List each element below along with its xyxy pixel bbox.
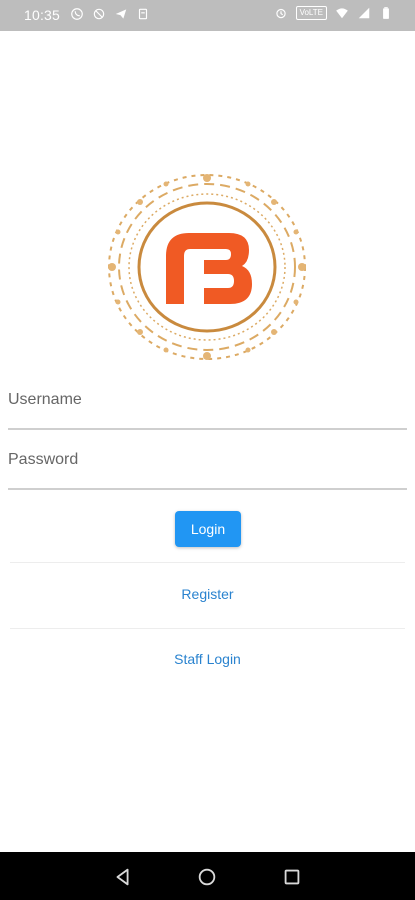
- battery-icon: [383, 7, 389, 19]
- password-field[interactable]: [8, 442, 407, 490]
- status-left-icons: [70, 7, 150, 21]
- sync-disabled-icon: [93, 8, 105, 20]
- navigation-bar: [0, 852, 415, 900]
- back-icon[interactable]: [112, 866, 134, 888]
- wifi-icon: [336, 8, 348, 19]
- alarm-icon: [275, 8, 286, 19]
- register-link[interactable]: Register: [0, 586, 415, 602]
- whatsapp-icon: [71, 8, 83, 20]
- status-bar: 10:35 VoLTE: [0, 0, 415, 31]
- telegram-icon: [115, 9, 127, 19]
- status-time: 10:35: [24, 7, 61, 23]
- logo-icon: [108, 174, 306, 360]
- staff-login-link[interactable]: Staff Login: [0, 651, 415, 667]
- clipboard-icon: [138, 8, 148, 20]
- home-icon[interactable]: [196, 866, 218, 888]
- brand-logo: [104, 170, 310, 364]
- username-input[interactable]: [8, 382, 407, 418]
- status-right-icons: VoLTE: [274, 6, 393, 20]
- login-button[interactable]: Login: [175, 511, 241, 547]
- username-field[interactable]: [8, 382, 407, 430]
- recent-apps-icon[interactable]: [281, 866, 303, 888]
- divider: [10, 562, 405, 563]
- signal-icon: [358, 7, 370, 19]
- volte-icon: VoLTE: [295, 6, 327, 20]
- divider: [10, 628, 405, 629]
- password-input[interactable]: [8, 442, 407, 478]
